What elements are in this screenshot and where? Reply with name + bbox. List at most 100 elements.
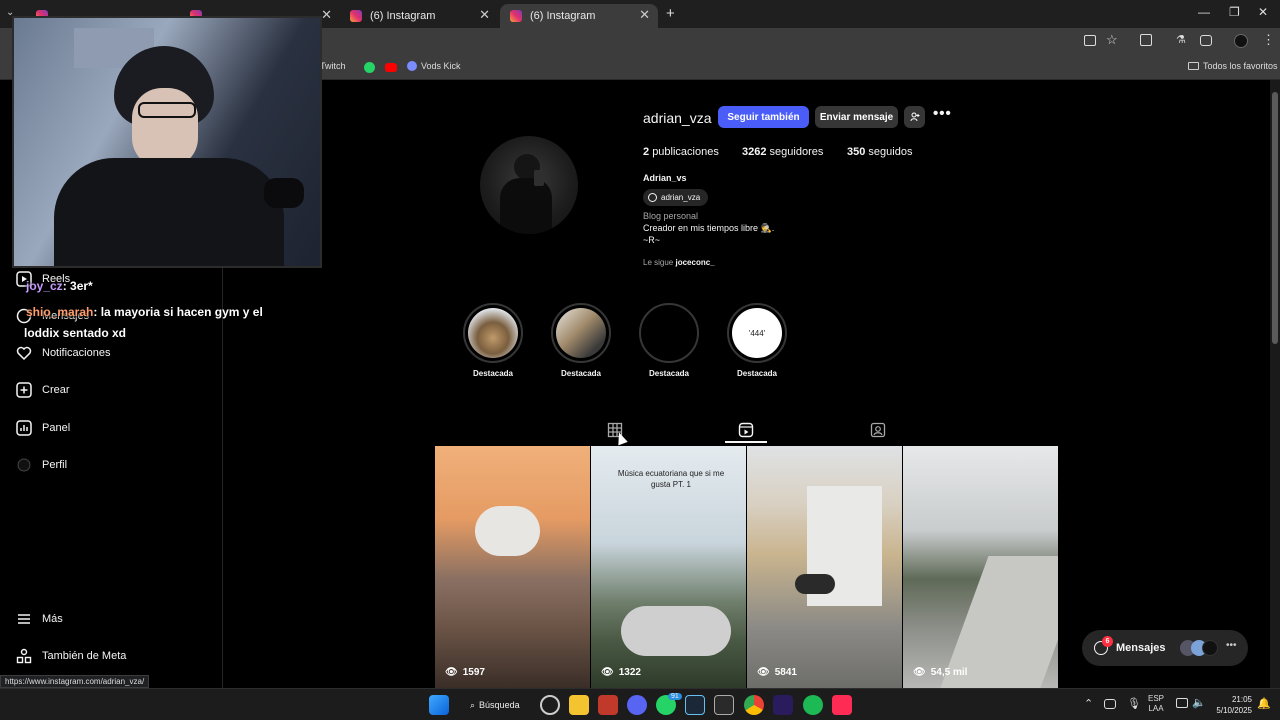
volume-icon[interactable]: 🔈 bbox=[1192, 696, 1206, 709]
close-icon[interactable]: ✕ bbox=[479, 7, 490, 23]
heart-icon bbox=[16, 346, 32, 361]
highlight-label: Destacada bbox=[736, 369, 778, 378]
tray-overflow-icon[interactable]: ⌃ bbox=[1084, 697, 1093, 710]
sidebar-item-label: Crear bbox=[42, 384, 70, 396]
reel-tile-1[interactable]: 👁 1597 bbox=[435, 446, 590, 688]
kick-icon bbox=[407, 61, 417, 71]
whatsapp-icon[interactable] bbox=[364, 62, 375, 73]
reel-tile-4[interactable]: 👁 54,5 mil bbox=[903, 446, 1058, 688]
sidebar-item-label: Más bbox=[42, 613, 63, 625]
bookmark-star-icon[interactable]: ☆ bbox=[1106, 32, 1118, 48]
reel-tile-3[interactable]: 👁 5841 bbox=[747, 446, 902, 688]
flask-icon[interactable]: ⚗ bbox=[1176, 33, 1186, 46]
posts-stat: 2 publicaciones bbox=[643, 146, 719, 158]
display-icon[interactable] bbox=[1176, 698, 1188, 708]
sidebar-item-label: Perfil bbox=[42, 459, 68, 471]
chrome-icon[interactable] bbox=[744, 695, 764, 715]
send-message-button[interactable]: Enviar mensaje bbox=[815, 106, 898, 128]
close-icon[interactable]: ✕ bbox=[639, 7, 650, 23]
followed-by-prefix: Le sigue bbox=[643, 258, 674, 267]
reel-views: 👁 1597 bbox=[445, 667, 485, 678]
close-icon[interactable]: ✕ bbox=[321, 7, 332, 23]
youtube-icon[interactable] bbox=[385, 63, 397, 72]
clock[interactable]: 21:05 5/10/2025 bbox=[1212, 694, 1252, 716]
minimize-icon[interactable]: — bbox=[1198, 5, 1210, 19]
file-explorer-icon[interactable] bbox=[569, 695, 589, 715]
cast-icon[interactable] bbox=[1084, 35, 1096, 46]
follow-back-button[interactable]: Seguir también bbox=[718, 106, 809, 128]
sidebar-item-create[interactable]: Crear bbox=[16, 382, 70, 398]
followed-by[interactable]: Le sigue joceconc_ bbox=[643, 258, 715, 267]
folder-icon bbox=[1188, 62, 1199, 70]
chat-username: shio_marah bbox=[26, 305, 94, 319]
following-stat[interactable]: 350 seguidos bbox=[847, 146, 912, 158]
eye-icon: 👁 bbox=[913, 667, 926, 678]
avatar bbox=[1202, 640, 1218, 656]
sidebar-item-also-from-meta[interactable]: También de Meta bbox=[16, 648, 126, 664]
sidebar-item-notifications[interactable]: Notificaciones bbox=[16, 345, 110, 361]
notification-bell-icon[interactable]: 🔔 bbox=[1257, 697, 1271, 710]
microphone-icon[interactable]: 🎙 bbox=[1127, 697, 1141, 710]
profile-avatar[interactable] bbox=[1234, 34, 1248, 48]
threads-handle: adrian_vza bbox=[661, 193, 701, 202]
chat-text: : la mayoria si hacen gym y el bbox=[93, 305, 263, 319]
highlight-3[interactable] bbox=[639, 303, 699, 363]
bookmark-vods-kick[interactable]: Vods Kick bbox=[407, 61, 461, 71]
more-options-icon[interactable]: ••• bbox=[933, 105, 952, 122]
taskbar-search[interactable]: ⌕ Búsqueda bbox=[462, 695, 532, 715]
epic-games-icon[interactable] bbox=[714, 695, 734, 715]
highlight-1[interactable] bbox=[463, 303, 523, 363]
steam-icon[interactable] bbox=[685, 695, 705, 715]
windows-taskbar: ⌕ Búsqueda 91 ⌃ 🎙 ESP LAA 🔈 21:05 5/10/2… bbox=[0, 688, 1280, 720]
suggested-users-button[interactable] bbox=[904, 106, 925, 128]
profile-avatar-large[interactable] bbox=[480, 136, 578, 234]
add-person-icon bbox=[910, 112, 919, 122]
browser-tab-1[interactable]: (6) Instagram ✕ bbox=[340, 4, 498, 28]
messages-badge: 6 bbox=[1102, 636, 1113, 647]
messages-widget[interactable]: 6 Mensajes ••• bbox=[1082, 630, 1248, 666]
language-indicator[interactable]: ESP LAA bbox=[1148, 694, 1164, 714]
news-app-icon[interactable] bbox=[598, 695, 618, 715]
window-close-icon[interactable]: ✕ bbox=[1258, 5, 1268, 19]
eye-icon: 👁 bbox=[601, 667, 614, 678]
tiktok-icon[interactable] bbox=[832, 695, 852, 715]
browser-tab-2-active[interactable]: (6) Instagram ✕ bbox=[500, 4, 658, 28]
messages-label: Mensajes bbox=[1116, 642, 1166, 654]
instagram-favicon-icon bbox=[350, 10, 362, 22]
followers-label: seguidores bbox=[769, 146, 824, 158]
threads-badge[interactable]: adrian_vza bbox=[643, 189, 709, 206]
sidebar-item-profile[interactable]: Perfil bbox=[16, 457, 67, 473]
network-icon[interactable] bbox=[1104, 699, 1116, 709]
reels-icon[interactable] bbox=[738, 422, 754, 438]
bookmark-label: Vods Kick bbox=[421, 61, 461, 71]
profile-bio-line-2: ~R~ bbox=[643, 235, 661, 245]
followers-stat[interactable]: 3262 seguidores bbox=[742, 146, 823, 158]
reel-tile-2[interactable]: Música ecuatoriana que si me gusta PT. 1… bbox=[591, 446, 746, 688]
lang-line-1: ESP bbox=[1148, 694, 1165, 703]
sidebar-item-more[interactable]: Más bbox=[16, 611, 63, 627]
windows-start-icon[interactable] bbox=[429, 695, 449, 715]
profile-switch-icon[interactable] bbox=[1200, 35, 1212, 46]
highlight-4[interactable]: '444' bbox=[727, 303, 787, 363]
discord-icon[interactable] bbox=[627, 695, 647, 715]
tagged-icon[interactable] bbox=[870, 422, 886, 438]
reel-views: 👁 1322 bbox=[601, 667, 641, 678]
premiere-icon[interactable] bbox=[773, 695, 793, 715]
spotify-icon[interactable] bbox=[803, 695, 823, 715]
reel-view-count: 1597 bbox=[462, 667, 485, 678]
profile-category: Blog personal bbox=[643, 211, 699, 221]
messages-avatars bbox=[1180, 640, 1220, 656]
restore-icon[interactable]: ❐ bbox=[1229, 5, 1240, 19]
highlight-2[interactable] bbox=[551, 303, 611, 363]
all-bookmarks[interactable]: Todos los favoritos bbox=[1188, 61, 1278, 71]
hamburger-icon bbox=[18, 614, 30, 624]
new-tab-button[interactable]: + bbox=[666, 5, 675, 22]
extensions-icon[interactable] bbox=[1140, 34, 1152, 46]
sidebar-item-dashboard[interactable]: Panel bbox=[16, 420, 70, 436]
bookmark-twitch[interactable]: Twitch bbox=[320, 61, 346, 71]
browser-menu-icon[interactable]: ⋮ bbox=[1262, 32, 1275, 48]
scrollbar-thumb[interactable] bbox=[1272, 92, 1278, 344]
reel-views: 👁 5841 bbox=[757, 667, 797, 678]
highlight-cover-text: '444' bbox=[748, 328, 766, 338]
copilot-icon[interactable] bbox=[540, 695, 560, 715]
